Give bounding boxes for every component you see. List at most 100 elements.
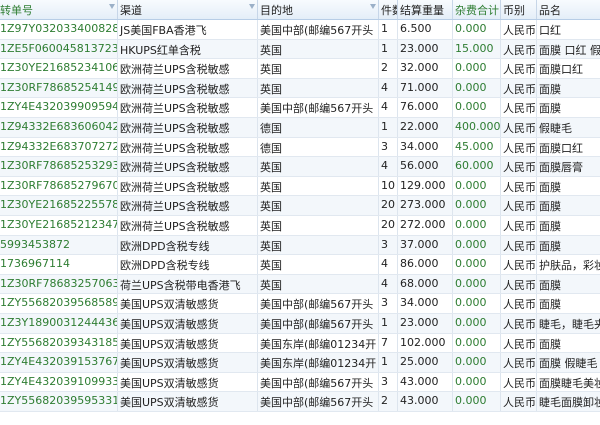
table-row[interactable]: 1Z30RF78685254149 欧洲荷兰UPS含税敏感 英国 4 71.000 0.0… (0, 78, 600, 99)
cell-channel[interactable]: 美国UPS双清敏感货 (118, 313, 258, 333)
cell-currency[interactable]: 人民币 (501, 157, 537, 176)
cell-channel[interactable]: 欧洲荷兰UPS含税敏感 (118, 98, 258, 117)
col-misc-fees[interactable]: 杂费合计 (453, 0, 501, 19)
cell-tracking-number[interactable]: 1Z30RF78683257063 (0, 274, 118, 294)
table-row[interactable]: 1Z30YE21685225578 欧洲荷兰UPS含税敏感 英国 20 273.000 0… (0, 196, 600, 216)
cell-product-name[interactable]: 睫毛，睫毛夹 (537, 314, 600, 333)
cell-misc-fees[interactable]: 0.000 (453, 372, 501, 392)
cell-tracking-number[interactable]: 1ZY55682039595331 (0, 392, 118, 411)
cell-destination[interactable]: 英国 (258, 235, 379, 255)
cell-tracking-number[interactable]: 1ZY4E432039153767 (0, 353, 118, 372)
cell-billed-weight[interactable]: 23.000 (398, 313, 453, 333)
cell-pieces[interactable]: 3 (379, 235, 398, 255)
sort-caret-icon[interactable] (249, 4, 255, 9)
cell-destination[interactable]: 英国 (258, 176, 379, 196)
cell-billed-weight[interactable]: 34.000 (398, 137, 453, 157)
cell-currency[interactable]: 人民币 (501, 274, 537, 294)
col-currency[interactable]: 币别 (501, 0, 537, 19)
cell-pieces[interactable]: 4 (379, 98, 398, 117)
cell-currency[interactable]: 人民币 (501, 215, 537, 235)
col-product-name[interactable]: 品名 (537, 0, 600, 19)
col-destination[interactable]: 目的地 (258, 0, 379, 19)
cell-pieces[interactable]: 20 (379, 215, 398, 235)
table-row[interactable]: 1ZY4E432039109933 美国UPS双清敏感货 美国中部(邮编567开头 3… (0, 372, 600, 393)
col-pieces[interactable]: 件数 (379, 0, 398, 19)
cell-currency[interactable]: 人民币 (501, 392, 537, 411)
cell-currency[interactable]: 人民币 (501, 196, 537, 215)
cell-misc-fees[interactable]: 0.000 (453, 353, 501, 372)
cell-misc-fees[interactable]: 400.000 (453, 117, 501, 137)
cell-misc-fees[interactable]: 0.000 (453, 59, 501, 78)
cell-billed-weight[interactable]: 34.000 (398, 294, 453, 313)
cell-billed-weight[interactable]: 102.000 (398, 333, 453, 353)
cell-channel[interactable]: 欧洲荷兰UPS含税敏感 (118, 78, 258, 98)
col-billed-weight[interactable]: 结算重量 (398, 0, 453, 19)
cell-destination[interactable]: 英国 (258, 59, 379, 78)
cell-tracking-number[interactable]: 1Z3Y1890031244436 (0, 313, 118, 333)
table-row[interactable]: 1Z30YE21685212347 欧洲荷兰UPS含税敏感 英国 20 272.000 0… (0, 215, 600, 236)
cell-pieces[interactable]: 4 (379, 157, 398, 176)
cell-destination[interactable]: 美国中部(邮编567开头 (258, 98, 379, 117)
cell-channel[interactable]: 美国UPS双清敏感货 (118, 392, 258, 411)
table-row[interactable]: 1Z94332E683707272 欧洲荷兰UPS含税敏感 德国 3 34.000 45.… (0, 137, 600, 158)
cell-misc-fees[interactable]: 0.000 (453, 294, 501, 313)
cell-misc-fees[interactable]: 0.000 (453, 333, 501, 353)
cell-destination[interactable]: 德国 (258, 117, 379, 137)
cell-product-name[interactable]: 面膜 (537, 196, 600, 215)
cell-pieces[interactable]: 20 (379, 196, 398, 215)
table-row[interactable]: 1ZY55682039568589 美国UPS双清敏感货 美国中部(邮编567开头 3… (0, 294, 600, 314)
cell-billed-weight[interactable]: 43.000 (398, 392, 453, 411)
cell-channel[interactable]: 美国UPS双清敏感货 (118, 353, 258, 372)
cell-billed-weight[interactable]: 32.000 (398, 59, 453, 78)
cell-channel[interactable]: 欧洲荷兰UPS含税敏感 (118, 196, 258, 215)
cell-pieces[interactable]: 2 (379, 59, 398, 78)
cell-billed-weight[interactable]: 86.000 (398, 255, 453, 274)
cell-product-name[interactable]: 面膜唇膏 (537, 157, 600, 176)
cell-tracking-number[interactable]: 1ZY55682039343185 (0, 333, 118, 353)
cell-tracking-number[interactable]: 5993453872 (0, 235, 118, 255)
cell-product-name[interactable]: 面膜睫毛美妆 (537, 373, 600, 392)
cell-destination[interactable]: 德国 (258, 137, 379, 157)
cell-product-name[interactable]: 面膜 (537, 334, 600, 353)
cell-pieces[interactable]: 3 (379, 372, 398, 392)
table-row[interactable]: 1ZY55682039343185 美国UPS双清敏感货 美国东岸(邮编01234开… (0, 333, 600, 354)
cell-pieces[interactable]: 2 (379, 392, 398, 411)
cell-channel[interactable]: HKUPS红单含税 (118, 39, 258, 59)
cell-currency[interactable]: 人民币 (501, 20, 537, 39)
cell-destination[interactable]: 英国 (258, 215, 379, 235)
cell-billed-weight[interactable]: 25.000 (398, 353, 453, 372)
cell-destination[interactable]: 美国中部(邮编567开头 (258, 392, 379, 411)
cell-misc-fees[interactable]: 0.000 (453, 20, 501, 39)
cell-billed-weight[interactable]: 22.000 (398, 117, 453, 137)
cell-channel[interactable]: 欧洲荷兰UPS含税敏感 (118, 157, 258, 176)
cell-channel[interactable]: 欧洲荷兰UPS含税敏感 (118, 176, 258, 196)
cell-tracking-number[interactable]: 1Z30YE21685212347 (0, 215, 118, 235)
cell-misc-fees[interactable]: 0.000 (453, 313, 501, 333)
table-row[interactable]: 1Z97Y032033400828 JS美国FBA香港飞 美国中部(邮编567开头 1… (0, 20, 600, 40)
cell-currency[interactable]: 人民币 (501, 372, 537, 392)
cell-currency[interactable]: 人民币 (501, 294, 537, 313)
table-row[interactable]: 1Z30RF78685279670 欧洲荷兰UPS含税敏感 英国 10 129.000 0… (0, 176, 600, 197)
cell-pieces[interactable]: 1 (379, 39, 398, 59)
table-row[interactable]: 1ZY55682039595331 美国UPS双清敏感货 美国中部(邮编567开头 2… (0, 392, 600, 412)
cell-destination[interactable]: 美国东岸(邮编01234开 (258, 333, 379, 353)
cell-pieces[interactable]: 1 (379, 353, 398, 372)
cell-pieces[interactable]: 7 (379, 333, 398, 353)
cell-channel[interactable]: 欧洲荷兰UPS含税敏感 (118, 215, 258, 235)
cell-currency[interactable]: 人民币 (501, 333, 537, 353)
cell-billed-weight[interactable]: 71.000 (398, 78, 453, 98)
cell-tracking-number[interactable]: 1Z97Y032033400828 (0, 20, 118, 39)
cell-destination[interactable]: 英国 (258, 39, 379, 59)
cell-currency[interactable]: 人民币 (501, 98, 537, 117)
cell-destination[interactable]: 英国 (258, 255, 379, 274)
cell-channel[interactable]: 欧洲DPD含税专线 (118, 235, 258, 255)
cell-pieces[interactable]: 4 (379, 255, 398, 274)
cell-destination[interactable]: 美国中部(邮编567开头 (258, 372, 379, 392)
cell-currency[interactable]: 人民币 (501, 78, 537, 98)
cell-misc-fees[interactable]: 0.000 (453, 392, 501, 411)
cell-misc-fees[interactable]: 0.000 (453, 98, 501, 117)
cell-billed-weight[interactable]: 272.000 (398, 215, 453, 235)
cell-destination[interactable]: 英国 (258, 157, 379, 176)
cell-currency[interactable]: 人民币 (501, 39, 537, 59)
cell-product-name[interactable]: 面膜 (537, 216, 600, 235)
